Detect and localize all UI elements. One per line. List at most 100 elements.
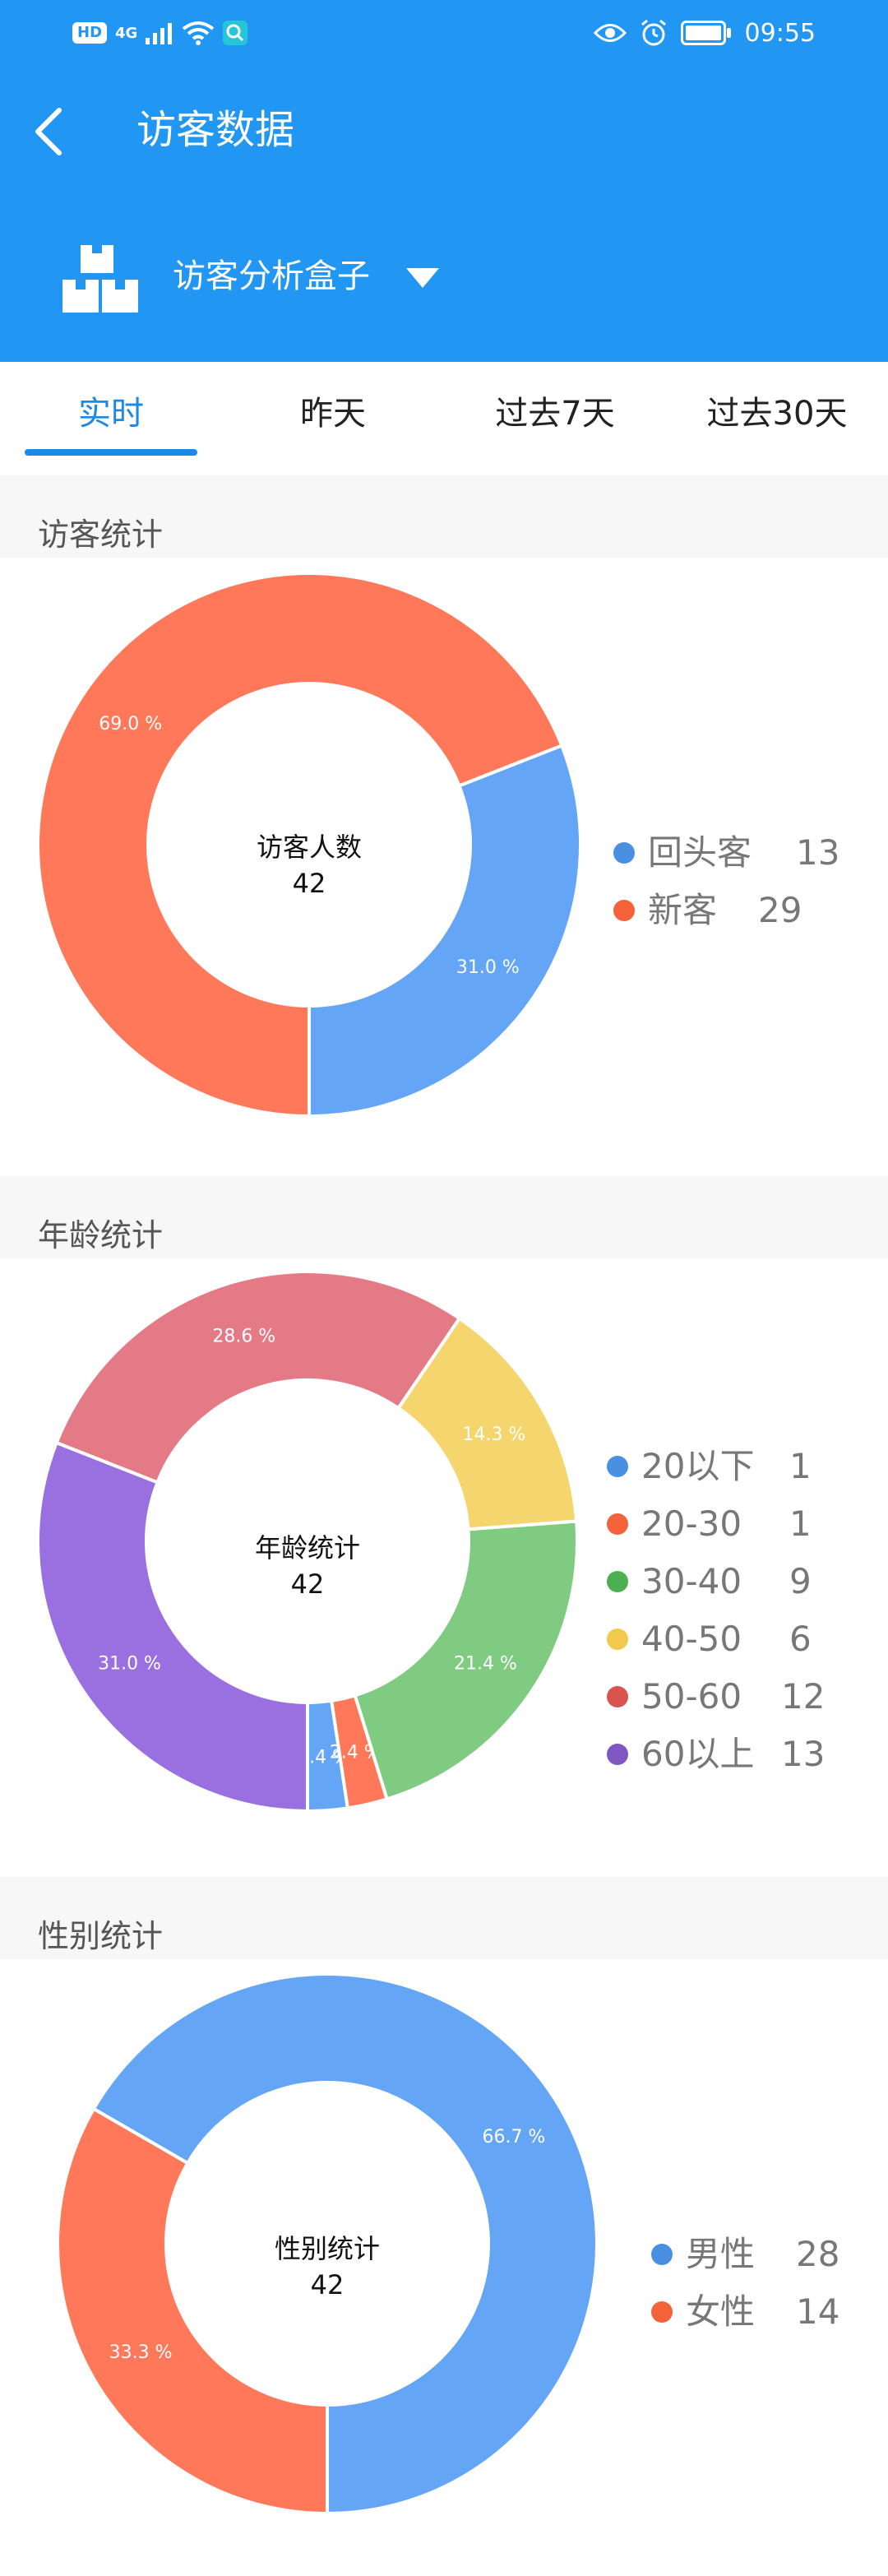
legend-dot	[607, 1513, 628, 1535]
legend-item: 回头客 13	[613, 824, 860, 882]
donut-slice-label-4: 28.6 %	[212, 1327, 275, 1347]
legend-name: 女性	[686, 2291, 756, 2332]
donut-center-label: 年龄统计 42	[184, 1530, 431, 1602]
donut-slice-1[interactable]	[56, 2106, 329, 2516]
signal-icon	[146, 23, 173, 44]
legend-dot	[607, 1744, 628, 1765]
donut-slice-label-5: 31.0 %	[98, 1654, 161, 1675]
legend-name: 60以上	[641, 1734, 755, 1774]
back-arrow-icon	[35, 108, 62, 155]
legend-value: 28	[796, 2234, 840, 2274]
back-button[interactable]	[16, 99, 82, 164]
legend-dot	[607, 1571, 628, 1592]
section-header-visitors: 访客统计	[0, 475, 888, 558]
section-title: 年龄统计	[38, 1217, 164, 1253]
legend-dot	[613, 842, 635, 864]
donut-slice-4[interactable]	[54, 1270, 462, 1485]
donut-slice-0[interactable]	[308, 743, 582, 1119]
donut-center-label: 性别统计 42	[204, 2231, 451, 2303]
battery-icon	[680, 21, 731, 45]
visitor-chart-card: 31.0 % 69.0 % 访客人数 42 回头客 13 新客 29	[0, 558, 888, 1174]
legend-name: 30-40	[641, 1561, 742, 1601]
age-chart-card: 2.4 % 2.4 % 21.4 % 14.3 % 28.6 % 31.0 % 年龄统计 …	[0, 1258, 888, 1875]
legend-value: 12	[781, 1676, 826, 1717]
boxes-icon	[62, 245, 138, 313]
store-name: 访客分析盒子	[173, 257, 370, 295]
active-tab-indicator	[25, 449, 197, 456]
legend-item: 男性 28	[651, 2226, 865, 2283]
gender-legend: 男性 28 女性 14	[651, 2226, 865, 2341]
donut-slice-label-0: 66.7 %	[482, 2127, 545, 2147]
legend-name: 男性	[686, 2234, 756, 2274]
section-title: 性别统计	[38, 1918, 164, 1954]
hd-badge: HD	[72, 22, 108, 44]
donut-slice-label-2: 21.4 %	[454, 1654, 517, 1675]
legend-name: 40-50	[641, 1619, 742, 1659]
legend-value: 29	[758, 890, 802, 930]
donut-center-title: 性别统计	[274, 2233, 380, 2264]
tab-yesterday[interactable]: 昨天	[222, 362, 444, 459]
legend-item: 50-60 12	[607, 1668, 870, 1726]
donut-slice-label-1: 33.3 %	[109, 2342, 173, 2363]
donut-center-total: 42	[292, 868, 326, 899]
legend-item: 20以下 1	[607, 1438, 870, 1495]
eye-icon	[593, 24, 627, 42]
wifi-icon	[183, 21, 215, 45]
legend-name: 20-30	[641, 1503, 742, 1544]
donut-center-title: 访客人数	[256, 832, 362, 863]
legend-name: 回头客	[648, 832, 752, 873]
tab-realtime[interactable]: 实时	[0, 362, 222, 459]
legend-item: 新客 29	[613, 882, 860, 939]
legend-dot	[607, 1629, 628, 1650]
status-time: 09:55	[744, 18, 816, 48]
status-bar: HD 4G 09:55	[0, 0, 888, 66]
gender-chart-card: 66.7 % 33.3 % 性别统计 42 男性 28 女性 14	[0, 1959, 888, 2576]
donut-center-label: 访客人数 42	[186, 829, 432, 901]
network-type: 4G	[115, 24, 138, 42]
status-left: HD 4G	[72, 18, 248, 48]
legend-item: 40-50 6	[607, 1610, 870, 1668]
donut-center-total: 42	[290, 1568, 325, 1600]
legend-dot	[607, 1456, 628, 1477]
donut-center-total: 42	[310, 2269, 345, 2300]
age-legend: 20以下 1 20-30 1 30-40 9 40-50 6 50-60 12 …	[607, 1438, 870, 1783]
visitor-legend: 回头客 13 新客 29	[613, 824, 860, 939]
legend-value: 1	[789, 1446, 812, 1486]
donut-center-title: 年龄统计	[254, 1532, 360, 1564]
status-right: 09:55	[593, 15, 816, 51]
donut-slice-5[interactable]	[36, 1440, 309, 1814]
section-title: 访客统计	[38, 517, 164, 553]
tab-last-7-days[interactable]: 过去7天	[444, 362, 666, 459]
legend-dot	[607, 1686, 628, 1707]
donut-slice-label-0: 31.0 %	[456, 957, 520, 978]
donut-slice-label-1: 69.0 %	[99, 714, 162, 734]
legend-item: 30-40 9	[607, 1553, 870, 1610]
legend-dot	[613, 900, 635, 921]
legend-value: 13	[781, 1734, 826, 1774]
legend-value: 9	[789, 1561, 812, 1601]
search-app-icon	[223, 21, 248, 45]
legend-name: 20以下	[641, 1446, 755, 1486]
legend-name: 50-60	[641, 1676, 742, 1717]
legend-item: 女性 14	[651, 2283, 865, 2341]
store-selector[interactable]: 访客分析盒子	[0, 230, 888, 329]
legend-value: 1	[789, 1503, 812, 1544]
tab-last-30-days[interactable]: 过去30天	[666, 362, 888, 459]
section-header-age: 年龄统计	[0, 1176, 888, 1258]
legend-item: 20-30 1	[607, 1495, 870, 1553]
donut-slice-label-3: 14.3 %	[462, 1425, 525, 1445]
legend-dot	[651, 2301, 673, 2323]
legend-name: 新客	[648, 890, 718, 930]
legend-item: 60以上 13	[607, 1726, 870, 1783]
page-title: 访客数据	[136, 107, 295, 153]
legend-value: 13	[796, 832, 840, 873]
nav-bar: 访客数据	[0, 82, 888, 181]
alarm-icon	[641, 19, 666, 46]
time-range-tabs: 实时 昨天 过去7天 过去30天	[0, 362, 888, 459]
dropdown-triangle-icon	[406, 268, 439, 288]
legend-value: 14	[796, 2291, 840, 2332]
app-header: HD 4G 09:55 访客数据 访客分析盒子	[0, 0, 888, 362]
legend-value: 6	[789, 1619, 812, 1659]
legend-dot	[651, 2244, 673, 2265]
section-header-gender: 性别统计	[0, 1877, 888, 1959]
